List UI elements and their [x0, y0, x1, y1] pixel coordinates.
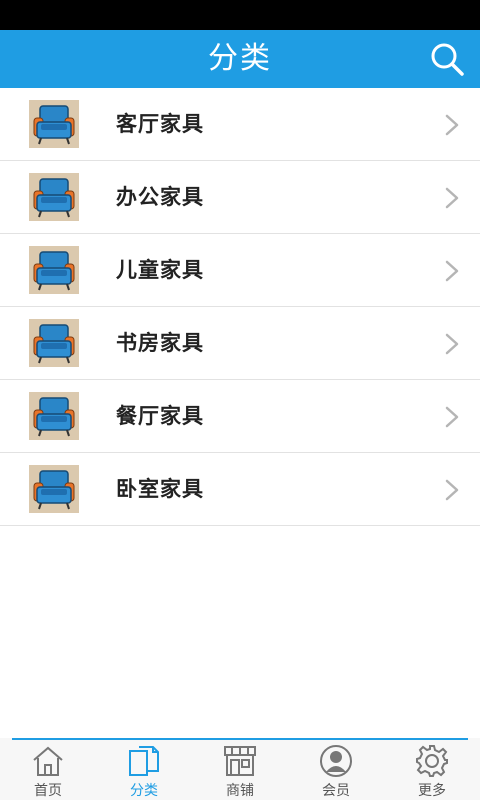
tab-more[interactable]: 更多 — [384, 742, 480, 800]
category-row[interactable]: 餐厅家具 — [0, 380, 480, 453]
status-bar — [0, 0, 480, 30]
home-icon — [30, 744, 66, 778]
tab-label: 更多 — [418, 783, 446, 799]
category-row[interactable]: 客厅家具 — [0, 88, 480, 161]
armchair-icon — [29, 100, 79, 148]
chevron-right-icon — [444, 406, 460, 428]
armchair-icon — [29, 465, 79, 513]
chevron-right-icon — [444, 114, 460, 136]
category-row[interactable]: 书房家具 — [0, 307, 480, 380]
tab-store[interactable]: 商铺 — [192, 742, 288, 800]
armchair-icon — [29, 392, 79, 440]
category-icon — [126, 744, 162, 778]
chevron-right-icon — [444, 333, 460, 355]
category-label: 餐厅家具 — [116, 404, 204, 428]
category-label: 办公家具 — [116, 185, 204, 209]
app-header: 分类 — [0, 30, 480, 88]
category-label: 书房家具 — [116, 331, 204, 355]
bottom-tab-bar: 首页 分类 商铺 会员 更多 — [0, 738, 480, 800]
tab-label: 分类 — [130, 783, 158, 799]
armchair-icon — [29, 319, 79, 367]
gear-icon — [414, 744, 450, 778]
category-list: 客厅家具 办公家具 儿童家具 书房家具 餐厅家具 卧室家具 — [0, 88, 480, 526]
category-row[interactable]: 儿童家具 — [0, 234, 480, 307]
store-icon — [222, 744, 258, 778]
tab-home[interactable]: 首页 — [0, 742, 96, 800]
armchair-icon — [29, 246, 79, 294]
chevron-right-icon — [444, 260, 460, 282]
category-label: 客厅家具 — [116, 112, 204, 136]
search-icon[interactable] — [428, 40, 466, 78]
page-title: 分类 — [208, 41, 272, 76]
tab-label: 商铺 — [226, 783, 254, 799]
tab-label: 首页 — [34, 783, 62, 799]
category-row[interactable]: 办公家具 — [0, 161, 480, 234]
chevron-right-icon — [444, 187, 460, 209]
category-row[interactable]: 卧室家具 — [0, 453, 480, 526]
armchair-icon — [29, 173, 79, 221]
category-label: 儿童家具 — [116, 258, 204, 282]
member-icon — [318, 744, 354, 778]
chevron-right-icon — [444, 479, 460, 501]
tab-member[interactable]: 会员 — [288, 742, 384, 800]
tab-bar-divider — [12, 738, 468, 740]
category-label: 卧室家具 — [116, 477, 204, 501]
tab-label: 会员 — [322, 783, 350, 799]
tab-category[interactable]: 分类 — [96, 742, 192, 800]
